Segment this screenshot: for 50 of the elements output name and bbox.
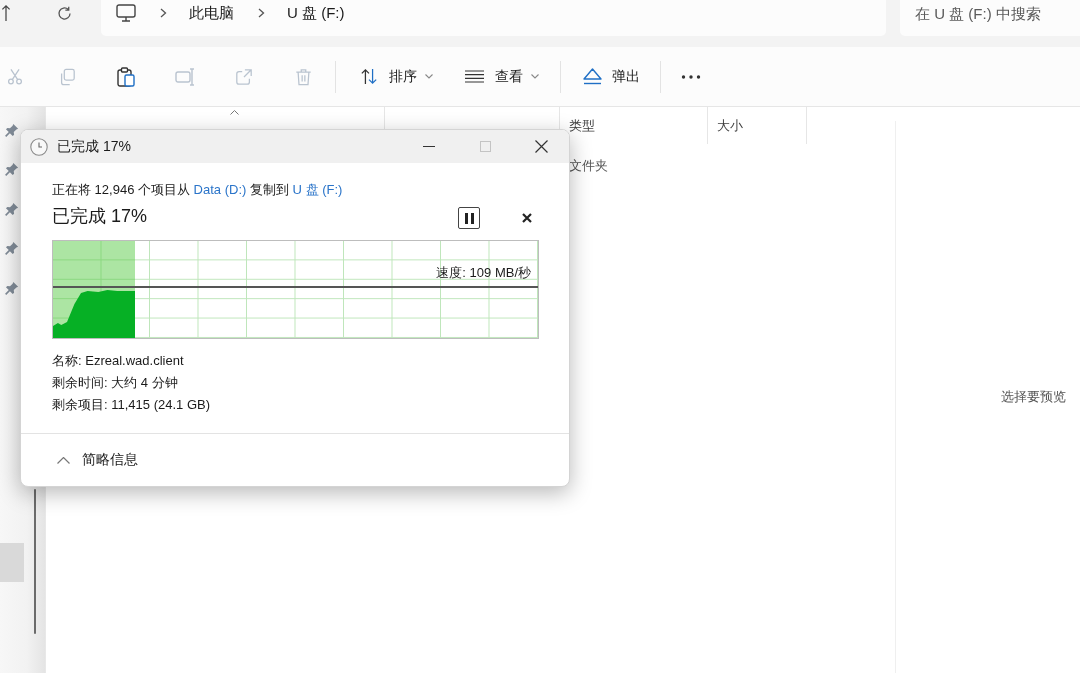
speed-label: 速度: 109 MB/秒 bbox=[436, 264, 531, 282]
breadcrumb-item[interactable]: U 盘 (F:) bbox=[287, 3, 345, 23]
maximize-icon bbox=[479, 141, 491, 152]
detail-line: 名称: Ezreal.wad.client bbox=[52, 352, 185, 370]
caret-icon bbox=[425, 74, 433, 79]
column-header[interactable]: 大小 bbox=[708, 107, 807, 144]
address-bar[interactable]: 此电脑 U 盘 (F:) bbox=[101, 0, 886, 36]
clock-icon bbox=[30, 137, 48, 156]
close-icon bbox=[522, 213, 532, 223]
source-link[interactable]: Data (D:) bbox=[193, 182, 247, 197]
eject-icon bbox=[583, 68, 602, 85]
chevron-up-icon bbox=[57, 456, 70, 464]
progress-status: 已完成 17% bbox=[52, 205, 148, 228]
chevron-right-icon bbox=[258, 8, 265, 18]
breadcrumb-item[interactable]: 此电脑 bbox=[189, 3, 234, 23]
column-label: 类型 bbox=[569, 116, 595, 135]
column-label: 大小 bbox=[717, 116, 743, 135]
sort-arrows-icon bbox=[360, 68, 378, 85]
search-field[interactable]: 在 U 盘 (F:) 中搜索 bbox=[900, 0, 1080, 36]
monitor-icon bbox=[116, 4, 136, 22]
pause-button[interactable] bbox=[458, 207, 480, 229]
up-arrow-icon bbox=[1, 4, 11, 22]
rename-icon bbox=[175, 67, 195, 86]
details-toggle[interactable]: 简略信息 bbox=[57, 445, 138, 475]
clipboard-icon bbox=[117, 66, 135, 87]
sort-caret-icon bbox=[230, 110, 239, 115]
refresh-icon bbox=[55, 4, 73, 22]
scissors-icon bbox=[6, 67, 24, 86]
detail-line: 剩余项目: 11,415 (24.1 GB) bbox=[52, 396, 211, 414]
eject-button[interactable]: 弹出 bbox=[575, 56, 650, 97]
minimize-icon bbox=[423, 146, 435, 147]
sort-button[interactable]: 排序 bbox=[350, 56, 445, 97]
close-icon bbox=[534, 140, 548, 153]
selected-nav-item[interactable] bbox=[0, 542, 24, 582]
dialog-title: 已完成 17% bbox=[57, 137, 131, 156]
trash-icon bbox=[294, 67, 312, 86]
view-button[interactable]: 查看 bbox=[455, 56, 550, 97]
copy-description: 正在将 12,946 个项目从 Data (D:) 复制到 U 盘 (F:) bbox=[52, 181, 344, 199]
copy-icon bbox=[58, 67, 76, 86]
preview-message: 选择要预览 bbox=[1001, 388, 1066, 406]
detail-line: 剩余时间: 大约 4 分钟 bbox=[52, 374, 179, 392]
share-icon bbox=[235, 67, 253, 86]
more-icon bbox=[681, 74, 701, 79]
scrollbar[interactable] bbox=[34, 489, 36, 634]
caret-icon bbox=[531, 74, 539, 79]
pause-icon bbox=[464, 212, 474, 224]
chevron-right-icon bbox=[160, 8, 167, 18]
destination-link[interactable]: U 盘 (F:) bbox=[292, 182, 343, 197]
table-cell: 文件夹 bbox=[569, 157, 608, 175]
list-lines-icon bbox=[465, 70, 484, 83]
